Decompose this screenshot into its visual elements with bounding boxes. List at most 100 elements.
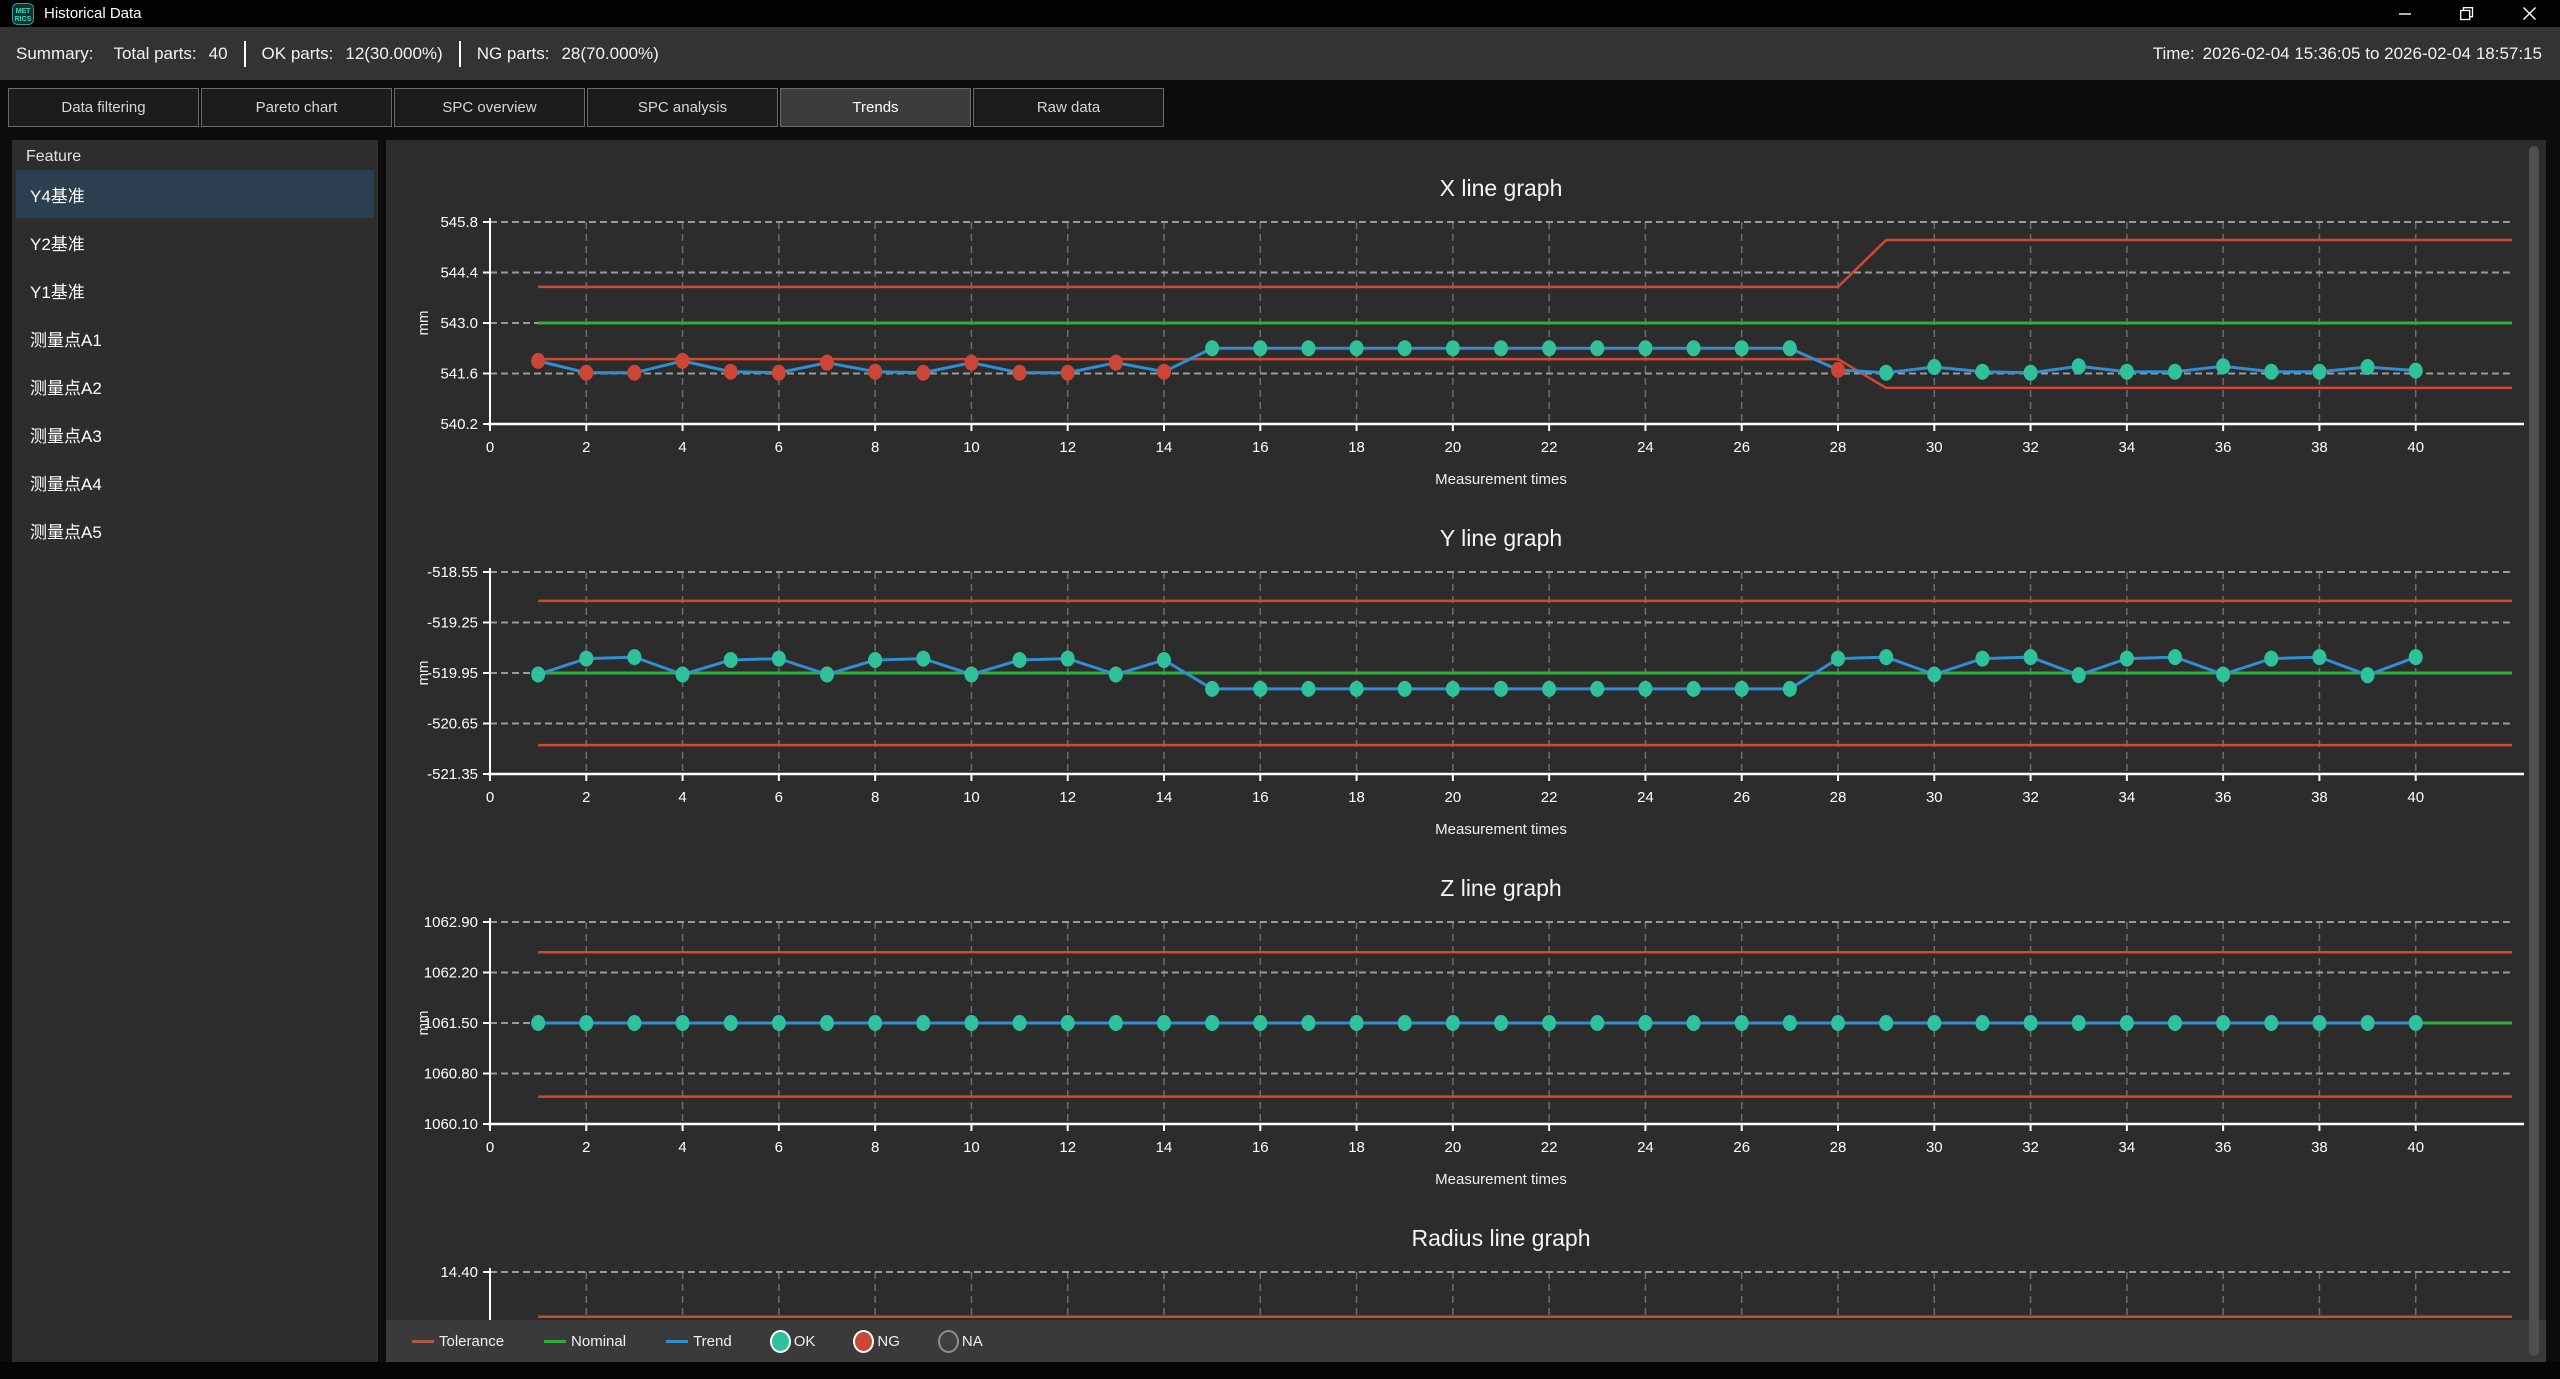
svg-text:0: 0 (486, 439, 494, 456)
legend-trend: Trend (666, 1333, 732, 1350)
svg-text:24: 24 (1637, 1139, 1654, 1156)
feature-item-a3[interactable]: 测量点A3 (16, 410, 374, 458)
tab-spc-analysis[interactable]: SPC analysis (587, 88, 778, 127)
svg-text:20: 20 (1445, 789, 1462, 806)
svg-text:1062.90: 1062.90 (424, 914, 478, 931)
svg-text:14: 14 (1156, 439, 1173, 456)
svg-text:20: 20 (1445, 1139, 1462, 1156)
tab-bar: Data filtering Pareto chart SPC overview… (8, 88, 1166, 127)
svg-text:Measurement times: Measurement times (1435, 821, 1567, 838)
ng-dot-swatch (855, 1332, 872, 1351)
svg-text:14: 14 (1156, 1139, 1173, 1156)
svg-text:8: 8 (871, 1139, 879, 1156)
historical-data-window: MET RICS Historical Data (0, 0, 2560, 1379)
svg-text:mm: mm (415, 661, 432, 686)
total-parts-label: Total parts: (113, 44, 196, 64)
svg-text:4: 4 (678, 439, 686, 456)
svg-text:-520.65: -520.65 (427, 716, 478, 733)
svg-text:32: 32 (2022, 1139, 2039, 1156)
svg-text:16: 16 (1252, 1139, 1269, 1156)
time-range-value: 2026-02-04 15:36:05 to 2026-02-04 18:57:… (2203, 44, 2542, 64)
svg-text:Measurement times: Measurement times (1435, 1171, 1567, 1188)
ok-parts-value: 12(30.000%) (345, 44, 442, 64)
feature-item-y2[interactable]: Y2基准 (16, 218, 374, 266)
feature-item-a4[interactable]: 测量点A4 (16, 458, 374, 506)
svg-text:34: 34 (2119, 1139, 2136, 1156)
summary-separator (244, 41, 246, 67)
tab-data-filtering[interactable]: Data filtering (8, 88, 199, 127)
feature-item-a2[interactable]: 测量点A2 (16, 362, 374, 410)
close-button[interactable] (2498, 0, 2560, 27)
svg-text:28: 28 (1830, 439, 1847, 456)
svg-text:8: 8 (871, 439, 879, 456)
z-line-chart[interactable]: 0246810121416182022242628303234363840106… (386, 840, 2538, 1190)
svg-text:1060.10: 1060.10 (424, 1116, 478, 1133)
window-title: Historical Data (44, 5, 142, 22)
svg-text:10: 10 (963, 1139, 980, 1156)
svg-text:30: 30 (1926, 439, 1943, 456)
svg-text:18: 18 (1348, 789, 1365, 806)
svg-text:28: 28 (1830, 1139, 1847, 1156)
feature-item-y1[interactable]: Y1基准 (16, 266, 374, 314)
svg-text:8: 8 (871, 789, 879, 806)
svg-text:22: 22 (1541, 1139, 1558, 1156)
feature-item-a1[interactable]: 测量点A1 (16, 314, 374, 362)
na-dot-swatch (940, 1332, 957, 1351)
vertical-scrollbar[interactable] (2529, 146, 2539, 1356)
ok-dot-swatch (772, 1332, 789, 1351)
svg-text:34: 34 (2119, 439, 2136, 456)
svg-text:Y line graph: Y line graph (1440, 525, 1562, 551)
svg-text:28: 28 (1830, 789, 1847, 806)
svg-text:16: 16 (1252, 789, 1269, 806)
svg-text:30: 30 (1926, 789, 1943, 806)
legend-na: NA (940, 1332, 983, 1351)
tab-trends[interactable]: Trends (780, 88, 971, 127)
summary-label: Summary: (16, 44, 93, 64)
svg-text:0: 0 (486, 1139, 494, 1156)
svg-text:10: 10 (963, 789, 980, 806)
summary-separator (459, 41, 461, 67)
svg-text:Measurement times: Measurement times (1435, 471, 1567, 488)
time-label: Time: (2153, 44, 2195, 64)
svg-text:545.8: 545.8 (440, 214, 478, 231)
svg-text:MET: MET (16, 8, 32, 15)
feature-item-a5[interactable]: 测量点A5 (16, 506, 374, 554)
svg-text:34: 34 (2119, 789, 2136, 806)
svg-text:540.2: 540.2 (440, 416, 478, 433)
svg-text:12: 12 (1059, 1139, 1076, 1156)
svg-text:30: 30 (1926, 1139, 1943, 1156)
svg-text:-519.25: -519.25 (427, 615, 478, 632)
svg-text:26: 26 (1733, 789, 1750, 806)
svg-text:10: 10 (963, 439, 980, 456)
tab-spc-overview[interactable]: SPC overview (394, 88, 585, 127)
svg-text:38: 38 (2311, 789, 2328, 806)
legend-ng: NG (855, 1332, 900, 1351)
svg-text:-521.35: -521.35 (427, 766, 478, 783)
y-line-chart[interactable]: 0246810121416182022242628303234363840-51… (386, 490, 2538, 840)
tab-pareto-chart[interactable]: Pareto chart (201, 88, 392, 127)
svg-text:18: 18 (1348, 1139, 1365, 1156)
radius-line-chart[interactable]: 024681012141618202224262830323436384014.… (386, 1190, 2538, 1320)
svg-text:38: 38 (2311, 439, 2328, 456)
title-bar: MET RICS Historical Data (0, 0, 2560, 27)
window-bottom-edge (0, 1362, 2560, 1379)
svg-text:40: 40 (2407, 1139, 2424, 1156)
legend-nominal: Nominal (544, 1333, 626, 1350)
x-line-chart[interactable]: 0246810121416182022242628303234363840545… (386, 140, 2538, 490)
tab-raw-data[interactable]: Raw data (973, 88, 1164, 127)
svg-text:12: 12 (1059, 439, 1076, 456)
svg-text:4: 4 (678, 789, 686, 806)
svg-text:4: 4 (678, 1139, 686, 1156)
chart-legend: Tolerance Nominal Trend OK NG NA (386, 1320, 2546, 1362)
ng-parts-label: NG parts: (477, 44, 550, 64)
trend-line-swatch (666, 1340, 688, 1343)
feature-sidebar: Feature Y4基准 Y2基准 Y1基准 测量点A1 测量点A2 测量点A3… (12, 140, 378, 1362)
feature-item-y4[interactable]: Y4基准 (16, 170, 374, 218)
svg-text:36: 36 (2215, 789, 2232, 806)
svg-text:Z line graph: Z line graph (1440, 875, 1561, 901)
restore-button[interactable] (2436, 0, 2498, 27)
feature-header: Feature (12, 140, 378, 170)
svg-text:16: 16 (1252, 439, 1269, 456)
svg-text:40: 40 (2407, 439, 2424, 456)
minimize-button[interactable] (2374, 0, 2436, 27)
